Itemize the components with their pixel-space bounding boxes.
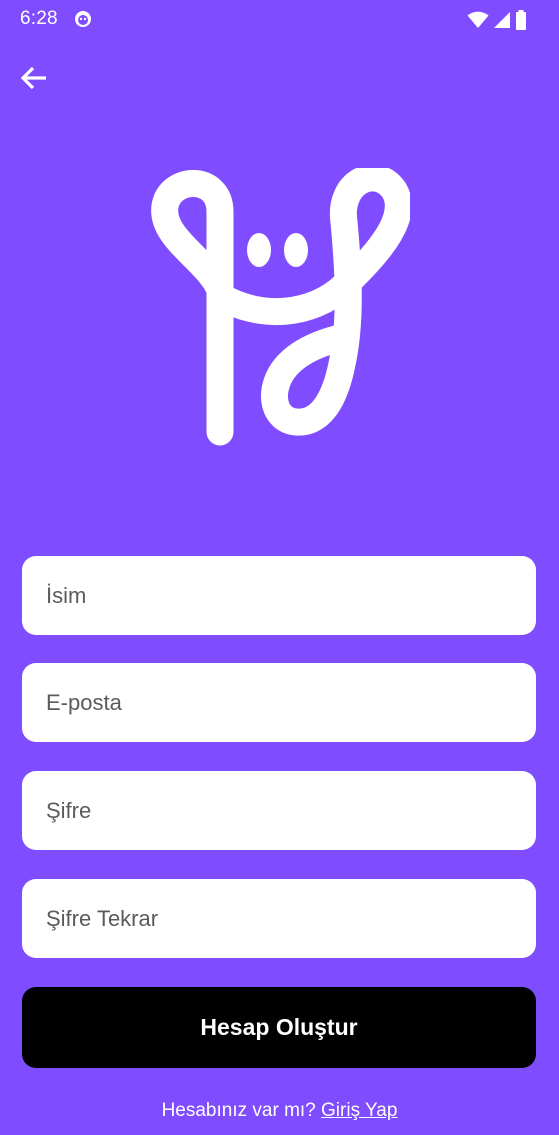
email-input[interactable]	[22, 663, 536, 742]
status-bar: 6:28	[0, 0, 559, 40]
battery-icon	[516, 10, 526, 30]
password-repeat-field	[22, 879, 536, 958]
login-link[interactable]: Giriş Yap	[321, 1100, 397, 1121]
arrow-left-icon	[20, 66, 46, 90]
name-input[interactable]	[22, 556, 536, 635]
wifi-icon	[467, 11, 489, 28]
create-account-button[interactable]: Hesap Oluştur	[22, 987, 536, 1068]
login-prompt: Hesabınız var mı? Giriş Yap	[0, 1100, 559, 1122]
app-logo-icon	[151, 168, 410, 446]
register-screen: 6:28 İsim E-posta Hesap Oluştur Hesabını…	[0, 0, 559, 1135]
password-repeat-input[interactable]	[22, 879, 536, 958]
app-notification-icon	[75, 11, 91, 27]
status-time: 6:28	[20, 8, 58, 29]
status-icons	[467, 10, 527, 30]
signal-icon	[494, 12, 510, 28]
back-button[interactable]	[14, 58, 54, 98]
name-field	[22, 556, 536, 635]
login-question-text: Hesabınız var mı?	[161, 1100, 316, 1121]
email-field	[22, 663, 536, 742]
password-field	[22, 771, 536, 850]
password-input[interactable]	[22, 771, 536, 850]
